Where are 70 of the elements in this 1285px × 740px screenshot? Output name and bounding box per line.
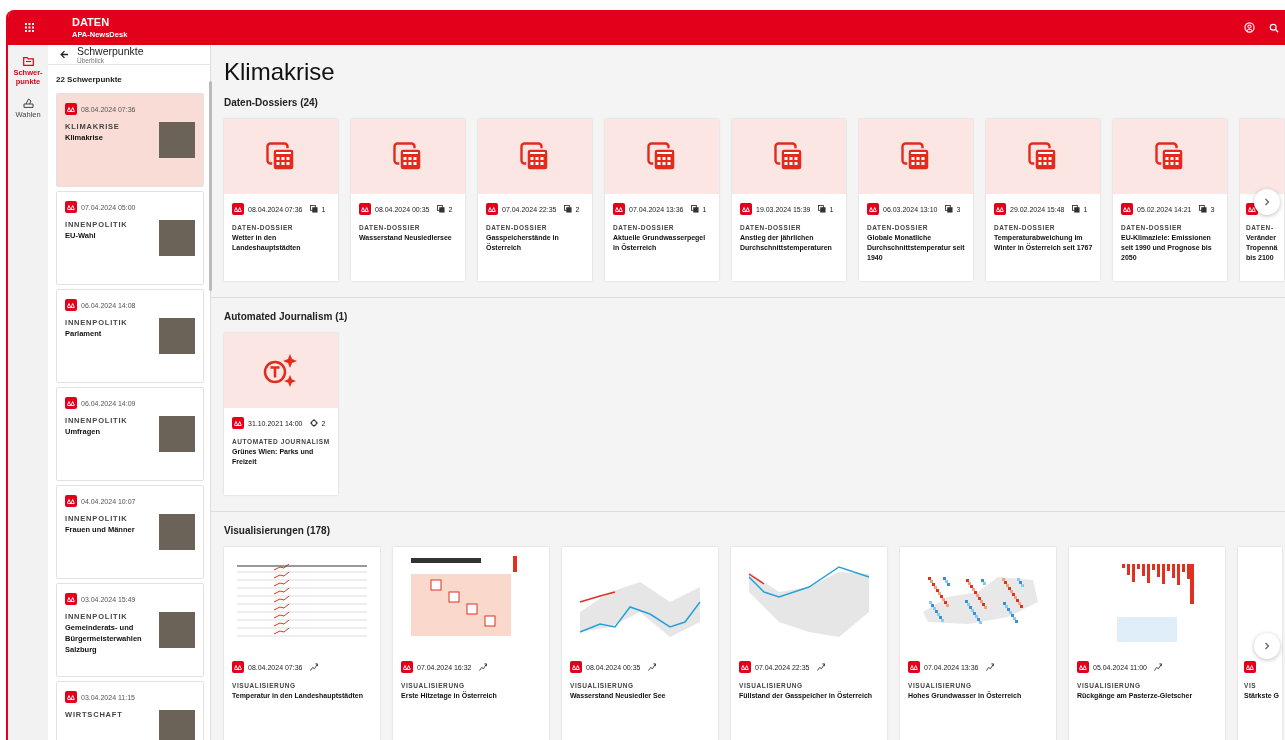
chart-icon: [1154, 663, 1162, 671]
logo-icon: [570, 661, 582, 673]
table-stack-icon: [1155, 141, 1185, 172]
logo-icon: [401, 661, 413, 673]
logo-icon: [739, 661, 751, 673]
photo-placeholder: [159, 122, 195, 158]
logo-icon: [1077, 661, 1089, 673]
logo-icon: [740, 203, 752, 215]
gear-icon: [309, 419, 318, 427]
ballot-box-icon: [22, 98, 34, 109]
logo-icon: [232, 203, 244, 215]
table-stack-icon: [393, 141, 423, 172]
photo-placeholder: [159, 514, 195, 550]
back-arrow-icon[interactable]: [60, 50, 69, 59]
logo-icon: [65, 495, 77, 507]
logo-icon: [65, 691, 77, 703]
copies-icon: [563, 205, 572, 213]
logo-icon: [867, 203, 879, 215]
logo-icon: [65, 593, 77, 605]
logo-icon: [613, 203, 625, 215]
logo-icon: [65, 299, 77, 311]
table-stack-icon: [266, 141, 296, 172]
table-stack-icon: [647, 141, 677, 172]
copies-icon: [1198, 205, 1207, 213]
scrollbar-thumb[interactable]: [209, 81, 212, 291]
section-heading: Automated Journalism (1): [224, 311, 349, 322]
search-icon[interactable]: [1269, 22, 1279, 33]
copies-icon: [309, 205, 318, 213]
section-heading: Visualisierungen (178): [224, 525, 331, 536]
photo-placeholder: [159, 220, 195, 256]
chart-icon: [647, 663, 656, 671]
folder-icon: [22, 57, 34, 66]
photo-placeholder: [159, 612, 195, 648]
photo-placeholder: [159, 318, 195, 354]
logo-icon: [486, 203, 498, 215]
logo-icon: [1246, 203, 1258, 215]
chevron-right-icon: [1264, 642, 1270, 650]
topic-count: 22 Schwerpunkte: [56, 75, 123, 84]
copies-icon: [690, 205, 699, 213]
logo-icon: [359, 203, 371, 215]
logo-icon: [908, 661, 920, 673]
chart-icon: [309, 663, 318, 671]
logo-icon: [65, 103, 77, 115]
table-stack-icon: [1028, 141, 1058, 172]
copies-icon: [944, 205, 953, 213]
table-stack-icon: [520, 141, 550, 172]
chevron-right-icon: [1264, 198, 1270, 206]
chart-icon: [816, 663, 825, 671]
panel-title: Schwerpunkte: [77, 45, 144, 57]
logo-icon: [65, 201, 77, 213]
section-heading: Daten-Dossiers (24): [224, 97, 319, 108]
photo-placeholder: [159, 416, 195, 452]
chart-icon: [478, 663, 487, 671]
copies-icon: [436, 205, 445, 213]
photo-placeholder: [159, 710, 195, 740]
apps-grid-icon[interactable]: [25, 23, 34, 32]
logo-icon: [232, 661, 244, 673]
chart-icon: [985, 663, 994, 671]
logo-icon: [65, 397, 77, 409]
table-stack-icon: [901, 141, 931, 172]
logo-icon: [1244, 661, 1256, 673]
app-title: DATEN: [72, 16, 111, 28]
account-icon[interactable]: [1244, 22, 1255, 33]
logo-icon: [994, 203, 1006, 215]
copies-icon: [817, 205, 826, 213]
table-stack-icon: [774, 141, 804, 172]
logo-icon: [1121, 203, 1133, 215]
page-title: Klimakrise: [224, 58, 336, 86]
copies-icon: [1071, 205, 1080, 213]
logo-icon: [232, 417, 244, 429]
